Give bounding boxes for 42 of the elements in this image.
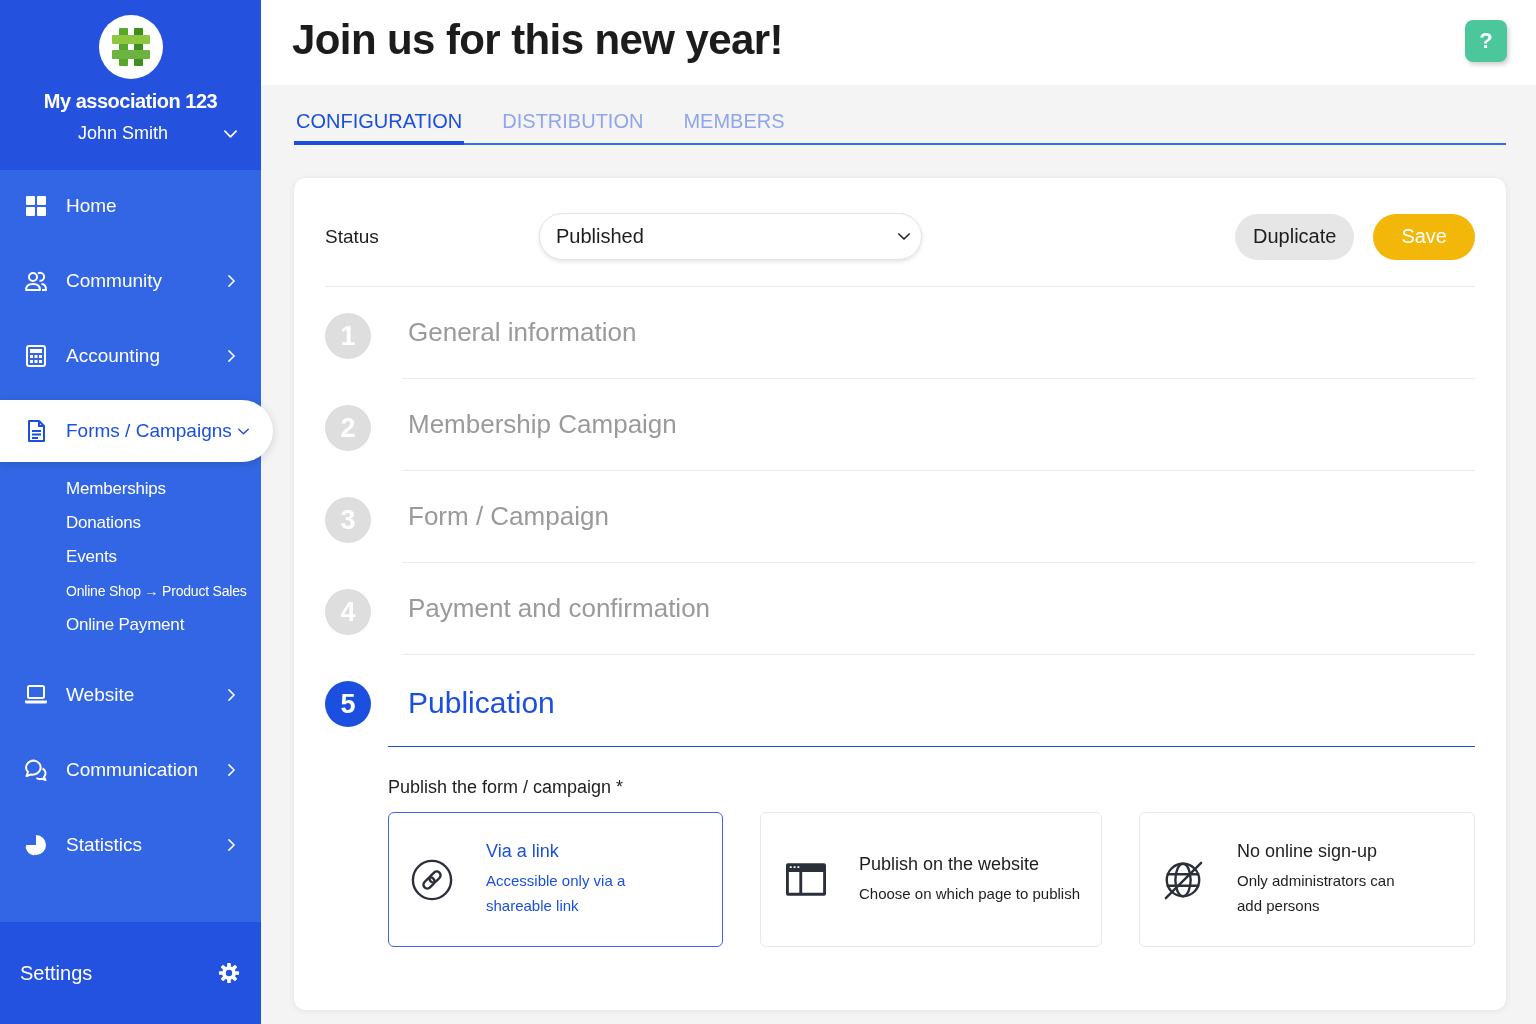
step-title[interactable]: Membership Campaign — [408, 409, 677, 440]
pie-chart-icon — [24, 833, 48, 857]
status-label: Status — [325, 225, 380, 248]
page-title: Join us for this new year! — [292, 15, 783, 64]
link-icon — [411, 858, 453, 901]
calculator-icon — [24, 344, 48, 368]
field-label: Publish the form / campaign * — [388, 777, 625, 798]
publish-option-card[interactable]: Publish on the website Choose on which page to publish — [760, 812, 1102, 947]
step-number: 5 — [325, 681, 371, 727]
publish-option-card[interactable]: Via a link Accessible only via a shareable link — [388, 812, 723, 947]
step-title[interactable]: Publication — [408, 685, 555, 720]
settings-link[interactable]: Settings — [0, 922, 261, 1024]
publish-option-card[interactable]: No online sign-up Only administrators can add persons — [1139, 812, 1475, 947]
organization-name: My association 123 — [43, 90, 218, 113]
duplicate-button[interactable]: Duplicate — [1235, 213, 1355, 260]
chevron-down-icon — [224, 129, 237, 138]
option-description: Only administrators can add persons — [1237, 871, 1396, 916]
user-menu[interactable]: John Smith — [0, 123, 261, 144]
step-title[interactable]: Payment and confirmation — [408, 593, 711, 624]
option-description: Choose on which page to publish — [859, 883, 1080, 904]
people-icon — [24, 269, 48, 293]
hash-logo — [98, 15, 163, 79]
option-title: Publish on the website — [859, 853, 1041, 875]
tab[interactable]: CONFIGURATION — [294, 102, 465, 145]
nav-item[interactable]: Communication — [0, 739, 261, 801]
chevron-down-icon — [898, 233, 910, 240]
chat-bubbles-icon — [24, 758, 48, 782]
settings-icon — [218, 962, 240, 984]
laptop-icon — [24, 683, 48, 707]
step-title[interactable]: General information — [408, 317, 637, 348]
status-dropdown[interactable]: Published — [539, 213, 922, 260]
option-title: Via a link — [486, 841, 560, 862]
option-description: Accessible only via a shareable link — [486, 871, 627, 916]
grid-icon — [24, 194, 48, 218]
nav-item[interactable]: Accounting — [0, 325, 261, 387]
option-title: No online sign-up — [1237, 841, 1379, 862]
nav-item[interactable]: Statistics — [0, 814, 261, 876]
browser-window-icon — [786, 863, 826, 896]
step-title[interactable]: Form / Campaign — [408, 501, 609, 532]
nav-item[interactable]: Home — [0, 175, 261, 237]
nav-item[interactable]: Website — [0, 664, 261, 726]
nav-item[interactable]: Community — [0, 250, 261, 312]
